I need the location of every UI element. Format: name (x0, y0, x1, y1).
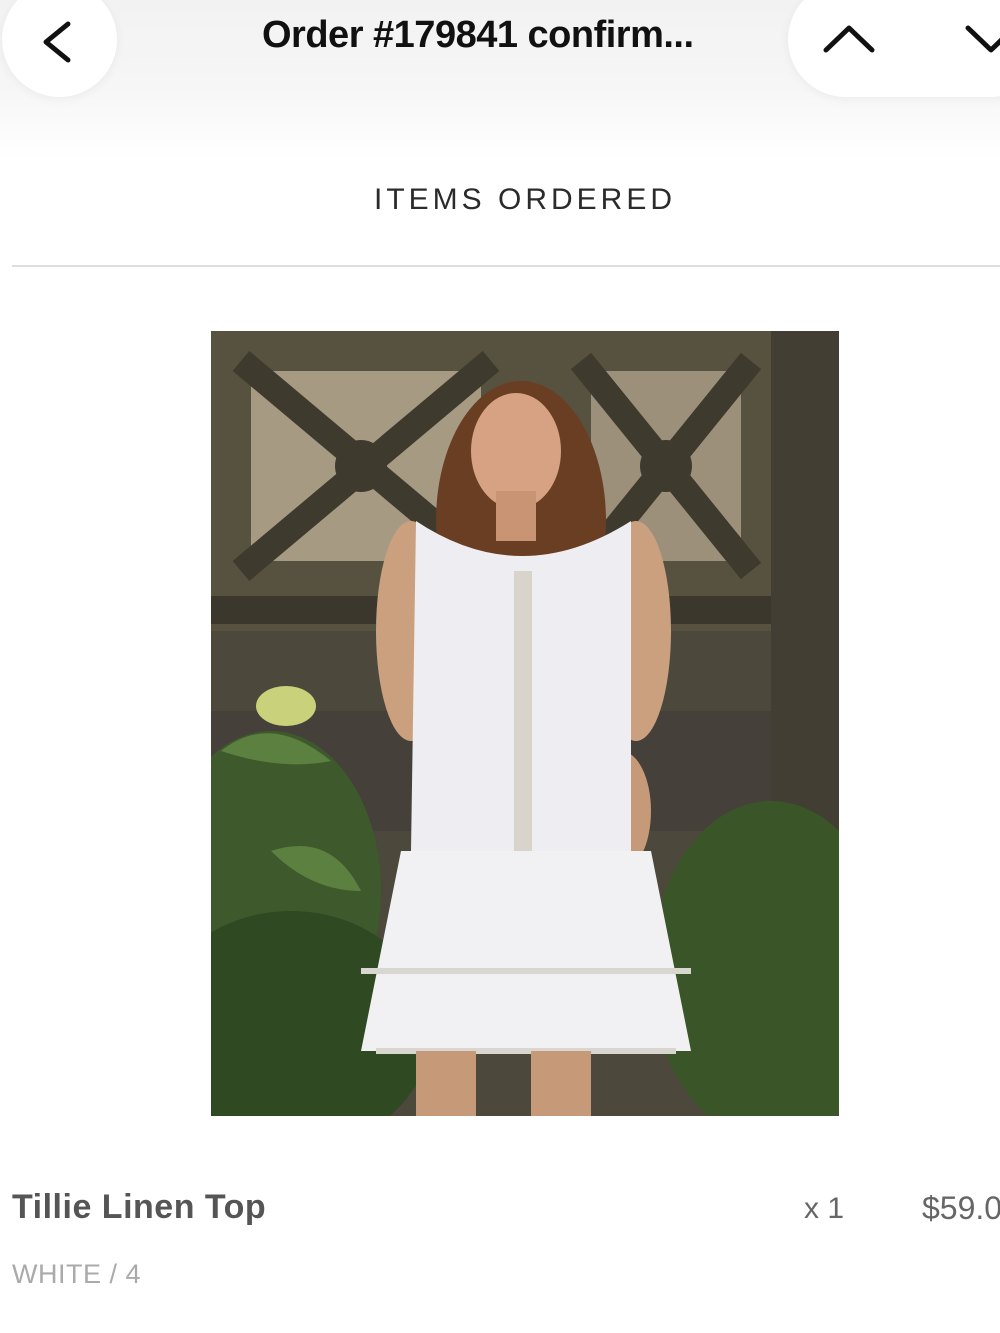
message-navigation (788, 0, 1000, 97)
header-bar: Order #179841 confirm... (0, 0, 1000, 160)
chevron-down-icon[interactable] (964, 22, 1000, 56)
chevron-up-icon[interactable] (822, 22, 876, 56)
item-price: $59.0 (922, 1190, 1000, 1226)
order-confirmation-page: Order #179841 confirm... ITEMS ORDERED T… (0, 0, 1000, 1333)
item-name[interactable]: Tillie Linen Top (12, 1188, 266, 1227)
item-quantity: x 1 (804, 1192, 845, 1225)
item-variant: WHITE / 4 (12, 1259, 142, 1289)
items-ordered-heading: ITEMS ORDERED (373, 183, 677, 216)
back-button[interactable] (2, 0, 117, 97)
product-image[interactable] (211, 331, 839, 1116)
page-title: Order #179841 confirm... (262, 14, 694, 56)
product-photo-illustration (211, 331, 839, 1116)
divider (12, 265, 1000, 267)
chevron-left-icon (43, 21, 71, 63)
